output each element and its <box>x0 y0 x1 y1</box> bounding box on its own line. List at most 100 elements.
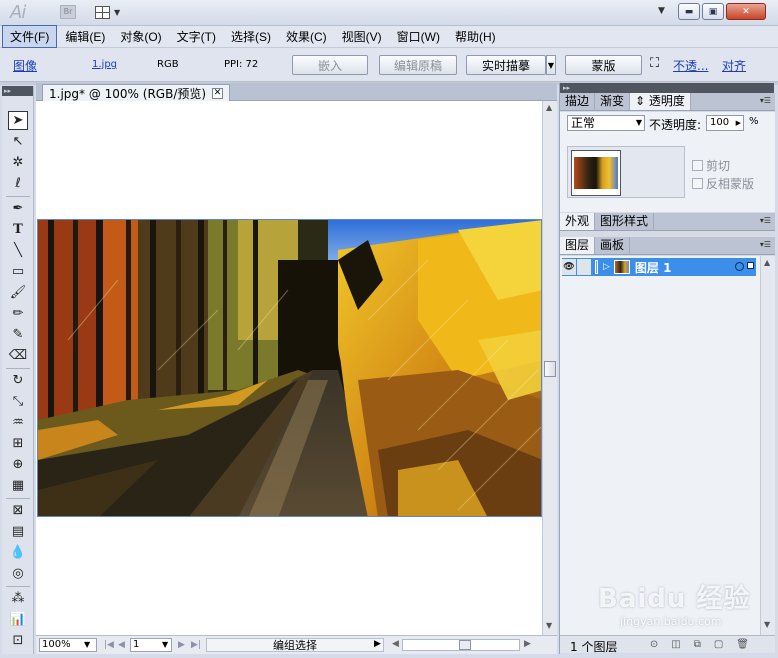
selection-indicator-icon[interactable] <box>747 262 754 269</box>
new-layer-icon[interactable]: ▢ <box>714 639 723 650</box>
column-graph-tool-icon[interactable]: 📊 <box>8 610 28 629</box>
tab-artboards[interactable]: 画板 <box>595 237 631 254</box>
eraser-tool-icon[interactable]: ⌫ <box>8 346 28 365</box>
magic-wand-tool-icon[interactable]: ✲ <box>8 153 28 172</box>
artboard-tool-icon[interactable]: ⊡ <box>8 631 28 650</box>
bridge-button[interactable]: Br <box>60 5 76 19</box>
line-tool-icon[interactable]: ╲ <box>8 241 28 260</box>
delete-layer-icon[interactable]: 🗑 <box>736 639 749 650</box>
opacity-link[interactable]: 不透... <box>673 57 708 74</box>
layer-row[interactable]: 👁 ▷ 图层 1 <box>562 258 756 276</box>
close-icon[interactable]: ✕ <box>726 3 766 20</box>
last-artboard-icon[interactable]: ▶| <box>191 638 201 652</box>
menu-view[interactable]: 视图(V) <box>335 26 389 47</box>
menu-object[interactable]: 对象(O) <box>113 26 168 47</box>
tab-appearance[interactable]: 外观 <box>560 213 596 230</box>
menu-file[interactable]: 文件(F) <box>2 25 58 48</box>
transform-icon[interactable]: ⛶ <box>650 56 659 71</box>
tab-transparency[interactable]: ⇕ 透明度 <box>630 93 691 110</box>
tab-stroke[interactable]: 描边 <box>560 93 596 110</box>
panel-menu-icon[interactable]: ▾☰ <box>760 216 771 225</box>
scroll-up-arrow-icon[interactable]: ▲ <box>546 103 552 112</box>
blob-brush-tool-icon[interactable]: ✎ <box>8 325 28 344</box>
scrollbar-thumb[interactable] <box>544 361 556 377</box>
symbol-sprayer-tool-icon[interactable]: ⁂ <box>8 589 28 608</box>
panel-menu-icon[interactable]: ▾☰ <box>760 240 771 249</box>
menu-help[interactable]: 帮助(H) <box>448 26 503 47</box>
locate-object-icon[interactable]: ⊙ <box>650 639 658 650</box>
warp-tool-icon[interactable]: ♒ <box>8 413 28 432</box>
panel-menu-icon[interactable]: ▾☰ <box>760 96 771 105</box>
live-trace-button[interactable]: 实时描摹 <box>466 55 546 75</box>
perspective-grid-tool-icon[interactable]: ▦ <box>8 476 28 495</box>
layer-name[interactable]: 图层 1 <box>635 259 672 276</box>
opacity-input[interactable]: 100 ▶ <box>706 115 744 131</box>
edit-original-button[interactable]: 编辑原稿 <box>379 55 457 75</box>
align-link[interactable]: 对齐 <box>722 57 746 74</box>
scroll-down-arrow-icon[interactable]: ▼ <box>764 620 770 629</box>
lasso-tool-icon[interactable]: ℓ <box>8 174 28 193</box>
menu-edit[interactable]: 编辑(E) <box>58 26 112 47</box>
artboard-canvas[interactable] <box>36 101 542 635</box>
blend-mode-select[interactable]: 正常 ▼ <box>567 115 645 131</box>
type-tool-icon[interactable]: T <box>8 220 28 239</box>
new-sublayer-icon[interactable]: ⧉ <box>694 639 701 650</box>
scrollbar-thumb[interactable] <box>459 640 471 650</box>
scroll-left-arrow-icon[interactable]: ◀ <box>392 639 399 653</box>
linked-file-link[interactable]: 1.jpg <box>92 59 117 70</box>
scroll-right-arrow-icon[interactable]: ▶ <box>524 639 531 653</box>
pen-tool-icon[interactable]: ✒ <box>8 199 28 218</box>
paintbrush-tool-icon[interactable]: 🖌 <box>8 283 28 302</box>
arrange-documents-button[interactable]: ▼ <box>95 4 127 20</box>
close-tab-icon[interactable]: ✕ <box>212 87 224 99</box>
tab-gradient[interactable]: 渐变 <box>595 93 631 110</box>
object-thumbnail[interactable] <box>571 150 621 196</box>
artboard-dropdown-icon[interactable]: ▼ <box>162 640 168 654</box>
pencil-tool-icon[interactable]: ✏ <box>8 304 28 323</box>
minimize-icon[interactable]: ▬ <box>678 3 700 20</box>
object-type-link[interactable]: 图像 <box>13 57 37 74</box>
direct-selection-tool-icon[interactable]: ↖ <box>8 132 28 151</box>
menu-select[interactable]: 选择(S) <box>224 26 278 47</box>
tools-panel-grip[interactable]: ▸▸ <box>2 86 33 96</box>
clip-checkbox[interactable]: 剪切 <box>692 157 730 174</box>
invert-mask-checkbox[interactable]: 反相蒙版 <box>692 175 754 192</box>
lock-toggle[interactable] <box>577 259 591 275</box>
menu-window[interactable]: 窗口(W) <box>390 26 447 47</box>
workspace-dropdown-icon[interactable]: ▼ <box>658 6 665 16</box>
menu-type[interactable]: 文字(T) <box>170 26 223 47</box>
rectangle-tool-icon[interactable]: ▭ <box>8 262 28 281</box>
panel-dock-grip[interactable]: ▸▸ <box>560 83 774 93</box>
canvas-vertical-scrollbar[interactable]: ▲ ▼ <box>542 101 557 635</box>
previous-artboard-icon[interactable]: ◀ <box>118 638 125 652</box>
canvas-horizontal-scrollbar[interactable] <box>402 639 520 651</box>
embed-button[interactable]: 嵌入 <box>292 55 368 75</box>
placed-image[interactable] <box>37 219 542 517</box>
tab-layers[interactable]: 图层 <box>560 237 596 254</box>
layers-scrollbar[interactable]: ▲ ▼ <box>760 256 775 635</box>
restore-icon[interactable]: ▣ <box>702 3 724 20</box>
blend-tool-icon[interactable]: ◎ <box>8 564 28 583</box>
scale-tool-icon[interactable]: ⤡ <box>8 392 28 411</box>
shape-builder-tool-icon[interactable]: ⊕ <box>8 455 28 474</box>
eyedropper-tool-icon[interactable]: 💧 <box>8 543 28 562</box>
trace-options-dropdown[interactable]: ▼ <box>546 55 556 75</box>
next-artboard-icon[interactable]: ▶ <box>178 638 185 652</box>
mesh-tool-icon[interactable]: ⊠ <box>8 501 28 520</box>
expand-triangle-icon[interactable]: ▷ <box>603 262 610 272</box>
clipping-mask-icon[interactable]: ◫ <box>671 639 680 650</box>
menu-effect[interactable]: 效果(C) <box>279 26 334 47</box>
selection-tool-icon[interactable]: ➤ <box>8 111 28 130</box>
target-circle-icon[interactable] <box>735 262 744 271</box>
document-tab[interactable]: 1.jpg* @ 100% (RGB/预览) ✕ <box>42 84 231 101</box>
visibility-eye-icon[interactable]: 👁 <box>562 259 576 275</box>
gradient-tool-icon[interactable]: ▤ <box>8 522 28 541</box>
tab-graphic-styles[interactable]: 图形样式 <box>595 213 655 230</box>
rotate-tool-icon[interactable]: ↻ <box>8 371 28 390</box>
free-transform-tool-icon[interactable]: ⊞ <box>8 434 28 453</box>
scroll-up-arrow-icon[interactable]: ▲ <box>764 258 770 267</box>
scroll-down-arrow-icon[interactable]: ▼ <box>546 621 552 630</box>
first-artboard-icon[interactable]: |◀ <box>104 638 114 652</box>
zoom-dropdown-icon[interactable]: ▼ <box>84 640 90 654</box>
mask-button[interactable]: 蒙版 <box>565 55 642 75</box>
